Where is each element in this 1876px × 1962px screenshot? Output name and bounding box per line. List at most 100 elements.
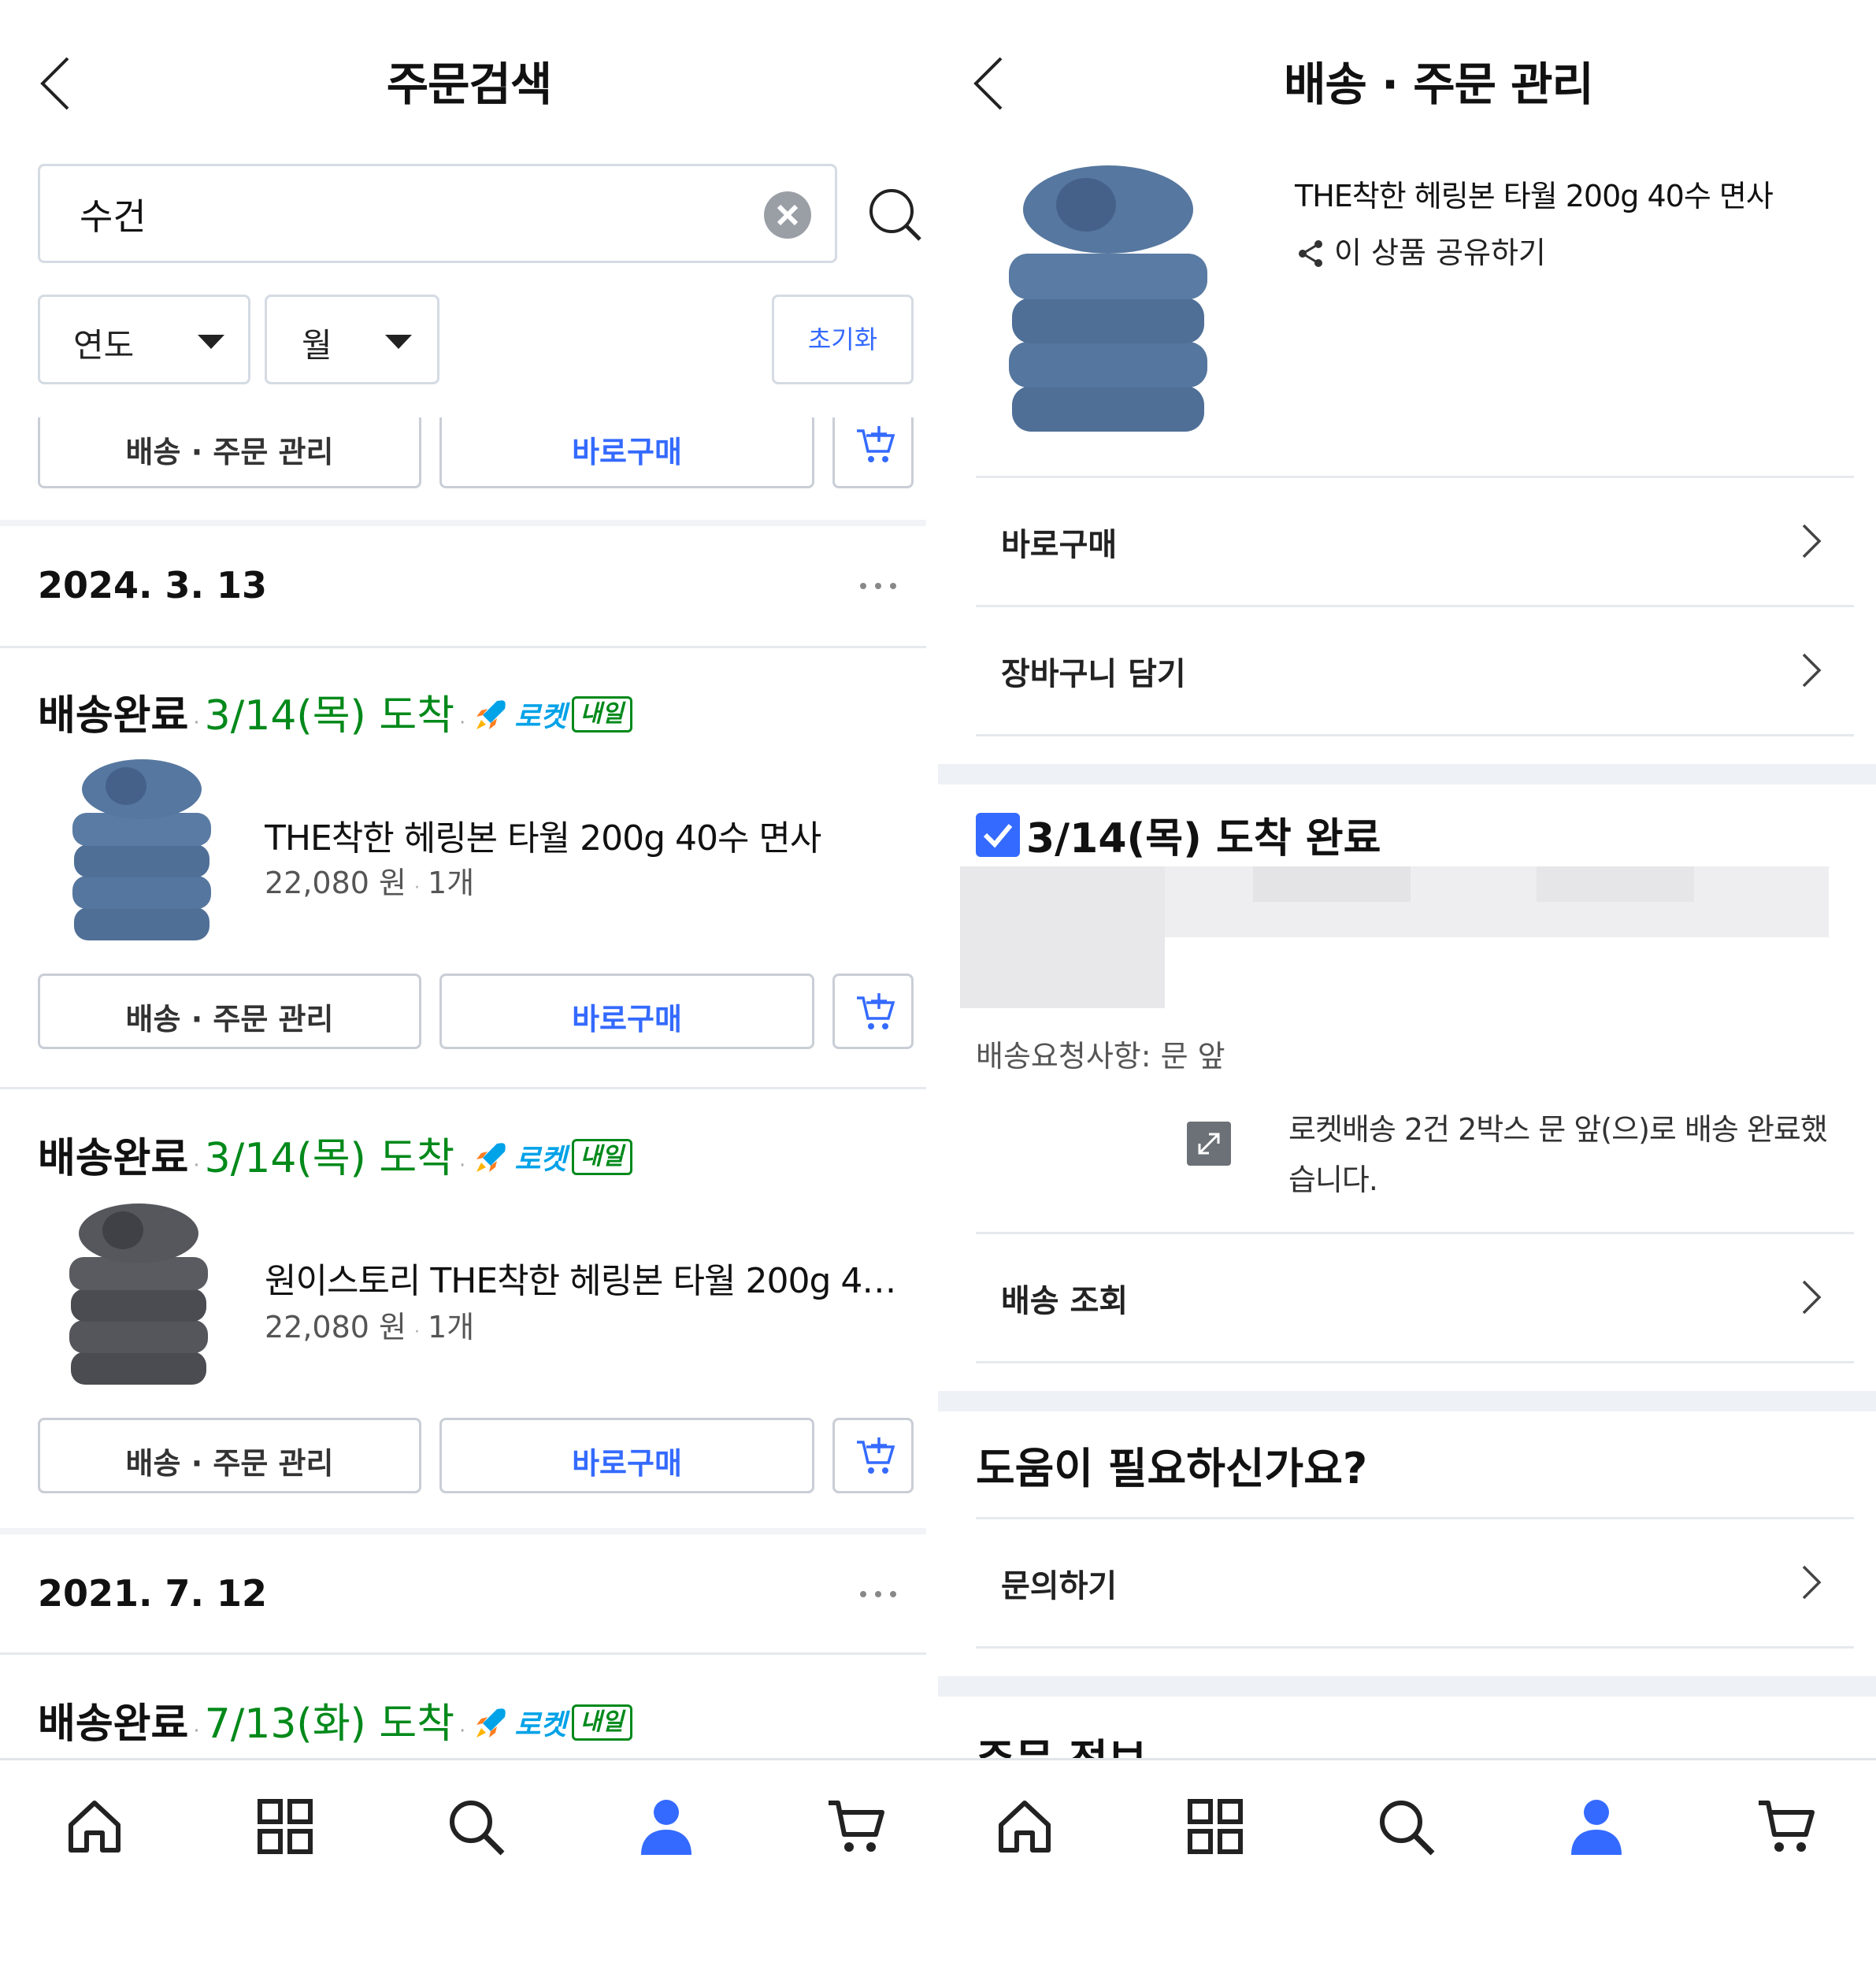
share-product-link[interactable]: 이 상품 공유하기 (1295, 228, 1546, 272)
my-coupang-icon[interactable] (1565, 1795, 1628, 1858)
order-date: 2021. 7. 12 (38, 1572, 268, 1615)
rocket-badge: 로켓 내일 (473, 694, 632, 735)
order-search-screen: 주문검색 연도 월 초기화 배송 · 주문 관리 바로구매 2024. 3. 1… (0, 0, 938, 1962)
rocket-label: 로켓 (514, 701, 567, 733)
buy-now-label: 바로구매 (572, 435, 682, 469)
row-divider (0, 1652, 926, 1655)
chevron-right-icon (1802, 1280, 1822, 1315)
arrival-text: 3/14(목) 도착 (204, 1135, 455, 1182)
search-icon[interactable] (866, 186, 923, 243)
tomorrow-badge: 내일 (571, 1139, 632, 1175)
buy-now-label: 바로구매 (572, 1002, 682, 1037)
section-divider (0, 520, 926, 526)
year-select[interactable]: 연도 (38, 295, 250, 384)
product-qty: 1개 (428, 1310, 475, 1344)
section-divider (0, 1528, 926, 1534)
cart-icon[interactable] (825, 1795, 888, 1858)
product-thumbnail[interactable] (68, 1202, 209, 1391)
tomorrow-badge: 내일 (571, 1704, 632, 1741)
close-icon (777, 204, 799, 226)
page-title: 배송 · 주문 관리 (1284, 57, 1594, 111)
add-to-cart-button[interactable] (832, 1418, 914, 1493)
inquiry-label: 문의하기 (1001, 1568, 1118, 1604)
reset-button[interactable]: 초기화 (772, 295, 914, 384)
product-price: 22,080 원 (265, 1310, 407, 1344)
month-select[interactable]: 월 (265, 295, 439, 384)
manage-order-label: 배송 · 주문 관리 (125, 1446, 334, 1481)
status-text: 배송완료 (38, 692, 189, 740)
product-name[interactable]: 원이스토리 THE착한 헤링본 타월 200g 40수 면사 (265, 1252, 903, 1303)
add-to-cart-button[interactable] (832, 974, 914, 1049)
search-field[interactable] (38, 164, 837, 263)
buy-now-row[interactable]: 바로구매 (976, 476, 1854, 605)
bottom-navigation (0, 1758, 938, 1962)
redacted-address (1537, 866, 1694, 902)
order-actions-partial: 배송 · 주문 관리 바로구매 (0, 417, 938, 488)
cart-plus-icon (857, 993, 895, 1029)
my-coupang-icon[interactable] (635, 1795, 698, 1858)
inquiry-row[interactable]: 문의하기 (976, 1517, 1854, 1646)
product-name[interactable]: THE착한 헤링본 타월 200g 40수 면사 (265, 810, 903, 860)
buy-now-label: 바로구매 (572, 1446, 682, 1481)
clear-search-button[interactable] (764, 191, 811, 239)
buy-now-button[interactable]: 바로구매 (439, 974, 814, 1049)
status-text: 배송완료 (38, 1701, 189, 1748)
chevron-right-icon (1802, 1565, 1822, 1600)
home-icon[interactable] (63, 1795, 126, 1858)
buy-now-button[interactable]: 바로구매 (439, 417, 814, 488)
row-divider (976, 1361, 1854, 1363)
delivery-complete-message: 로켓배송 2건 2박스 문 앞(으)로 배송 완료했습니다. (1288, 1112, 1828, 1197)
section-divider (938, 1391, 1876, 1411)
checkmark-icon (976, 813, 1020, 857)
rocket-label: 로켓 (514, 1709, 567, 1741)
home-icon[interactable] (993, 1795, 1056, 1858)
category-icon[interactable] (254, 1795, 317, 1858)
redacted-address (1253, 866, 1411, 902)
manage-order-button[interactable]: 배송 · 주문 관리 (38, 1418, 421, 1493)
share-icon (1299, 240, 1322, 267)
search-input[interactable] (80, 187, 749, 242)
category-icon[interactable] (1184, 1795, 1247, 1858)
page-title: 주문검색 (386, 57, 552, 111)
cart-plus-icon (857, 426, 895, 462)
product-price-row: 22,080 원 · 1개 (265, 1310, 475, 1344)
add-cart-row[interactable]: 장바구니 담기 (976, 605, 1854, 734)
chevron-down-icon (385, 335, 412, 349)
manage-order-button[interactable]: 배송 · 주문 관리 (38, 417, 421, 488)
more-options-icon[interactable] (858, 581, 898, 591)
buy-now-label: 바로구매 (1001, 527, 1118, 563)
add-cart-label: 장바구니 담기 (1001, 656, 1186, 692)
buy-now-button[interactable]: 바로구매 (439, 1418, 814, 1493)
delivery-status-row: 배송완료 · 7/13(화) 도착 · 로켓 내일 (38, 1690, 632, 1748)
more-options-icon[interactable] (858, 1589, 898, 1599)
bottom-navigation (938, 1758, 1876, 1962)
row-divider (976, 1646, 1854, 1649)
product-thumbnail[interactable] (1007, 158, 1209, 441)
product-price-row: 22,080 원 · 1개 (265, 866, 475, 900)
arrival-text: 3/14(목) 도착 (204, 692, 455, 740)
chevron-right-icon (1802, 653, 1822, 688)
section-divider (938, 1676, 1876, 1697)
cart-icon[interactable] (1756, 1795, 1819, 1858)
expand-icon[interactable] (1187, 1122, 1231, 1166)
add-to-cart-button[interactable] (832, 417, 914, 488)
product-qty: 1개 (428, 866, 475, 900)
rocket-label: 로켓 (514, 1144, 567, 1176)
tomorrow-badge: 내일 (571, 696, 632, 733)
chevron-down-icon (198, 335, 224, 349)
redacted-address (960, 866, 1165, 1008)
track-delivery-row[interactable]: 배송 조회 (976, 1232, 1854, 1361)
chevron-right-icon (1802, 524, 1822, 558)
manage-order-label: 배송 · 주문 관리 (125, 1002, 334, 1037)
search-icon[interactable] (444, 1795, 507, 1858)
year-select-label: 연도 (73, 326, 135, 365)
product-name[interactable]: THE착한 헤링본 타월 200g 40수 면사 (1295, 172, 1774, 215)
order-manage-screen: 배송 · 주문 관리 THE착한 헤링본 타월 200g 40수 면사 이 상품… (938, 0, 1876, 1962)
track-delivery-label: 배송 조회 (1001, 1283, 1129, 1319)
manage-order-button[interactable]: 배송 · 주문 관리 (38, 974, 421, 1049)
order-date: 2024. 3. 13 (38, 564, 268, 606)
row-divider (976, 734, 1854, 736)
product-thumbnail[interactable] (71, 758, 213, 947)
search-icon[interactable] (1374, 1795, 1437, 1858)
row-divider (0, 1087, 926, 1089)
